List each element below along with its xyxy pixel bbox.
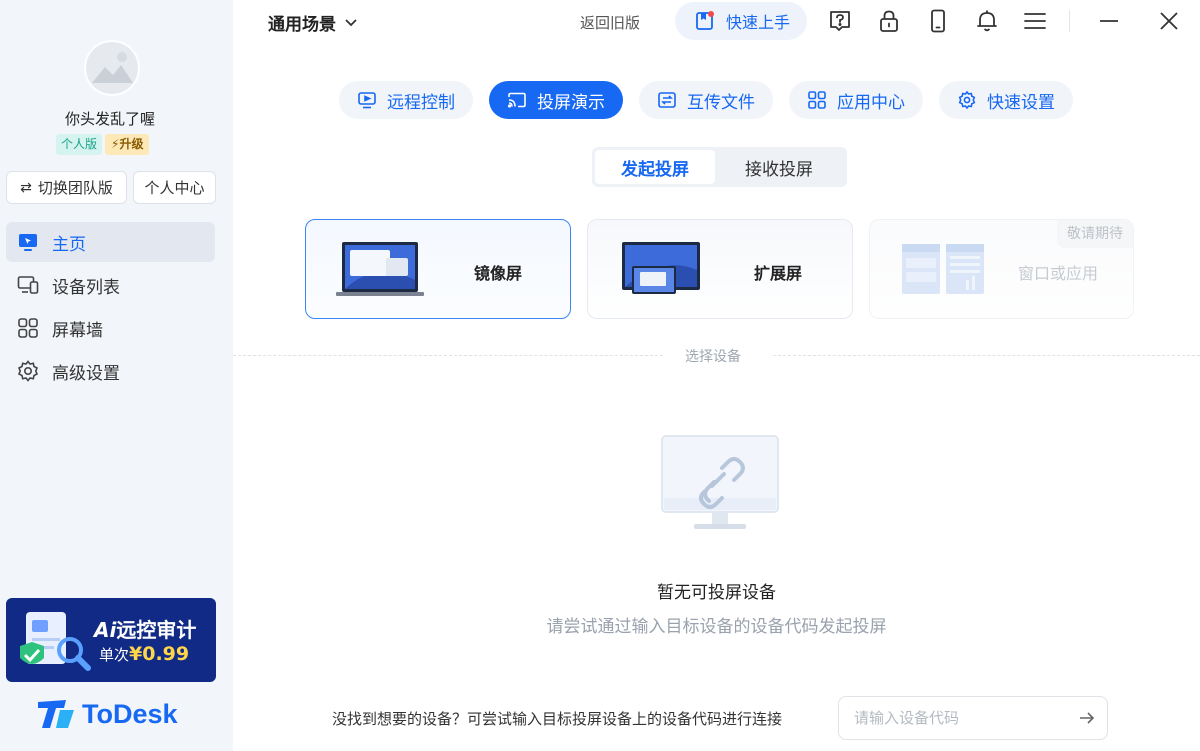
- file-transfer-icon: [658, 92, 676, 108]
- sidebar-item-devices[interactable]: 设备列表: [6, 265, 215, 305]
- empty-state-title: 暂无可投屏设备: [657, 583, 776, 603]
- upgrade-label: 升级: [119, 137, 144, 151]
- bell-icon[interactable]: [974, 8, 1000, 34]
- close-icon[interactable]: [1156, 8, 1182, 34]
- tab-label: 远程控制: [387, 92, 455, 113]
- quick-start-button[interactable]: 快速上手: [675, 2, 807, 40]
- sidebar-nav: 主页 设备列表 屏幕墙 高级设置: [6, 222, 215, 394]
- sidebar-item-advanced-settings[interactable]: 高级设置: [6, 351, 215, 391]
- main-tabs: 远程控制 投屏演示 互传文件 应用中心 快速设置: [339, 81, 1089, 119]
- promo-price-line: 单次¥0.99: [99, 643, 190, 665]
- window-app-icon: [902, 244, 984, 294]
- menu-icon[interactable]: [1022, 8, 1048, 34]
- devices-icon: [17, 276, 39, 294]
- device-code-input[interactable]: [854, 709, 1079, 727]
- switch-team-button[interactable]: ⇄ 切换团队版: [6, 171, 127, 204]
- mode-card-window-app: 窗口或应用 敬请期待: [869, 219, 1134, 319]
- upgrade-badge[interactable]: ⚡升级: [105, 134, 150, 155]
- sidebar-item-home[interactable]: 主页: [6, 222, 215, 262]
- mode-label: 扩展屏: [754, 264, 803, 283]
- account-badges: 个人版 ⚡升级: [56, 134, 150, 155]
- grid-icon: [18, 318, 38, 338]
- guide-book-icon: [696, 11, 714, 30]
- scene-dropdown[interactable]: 通用场景: [268, 10, 358, 35]
- empty-state-subtitle: 请尝试通过输入目标设备的设备代码发起投屏: [546, 617, 887, 637]
- tab-remote-control[interactable]: 远程控制: [339, 81, 473, 119]
- apps-icon: [808, 91, 826, 109]
- tab-label: 应用中心: [837, 92, 905, 113]
- tab-app-center[interactable]: 应用中心: [789, 81, 923, 119]
- home-monitor-icon: [19, 234, 37, 251]
- avatar[interactable]: [84, 40, 140, 96]
- tab-file-transfer[interactable]: 互传文件: [639, 81, 773, 119]
- mode-label: 窗口或应用: [1018, 264, 1099, 283]
- settings-icon: [958, 90, 976, 110]
- account-buttons: ⇄ 切换团队版 个人中心: [6, 171, 216, 204]
- device-code-field: [838, 696, 1108, 740]
- toolbar-divider: [1069, 10, 1070, 32]
- minimize-icon[interactable]: [1096, 8, 1122, 34]
- select-device-divider: 选择设备: [233, 345, 1200, 367]
- mode-label: 镜像屏: [474, 264, 523, 283]
- help-icon[interactable]: [827, 8, 853, 34]
- mode-card-extend[interactable]: 扩展屏: [587, 219, 853, 319]
- sidebar: 你头发乱了喔 个人版 ⚡升级 ⇄ 切换团队版 个人中心 主页 设备列表 屏幕墙 …: [0, 0, 233, 751]
- cast-direction-tabs: 发起投屏 接收投屏: [592, 147, 847, 187]
- brand-name: ToDesk: [82, 698, 178, 729]
- tab-label: 投屏演示: [537, 92, 605, 113]
- edition-badge: 个人版: [56, 134, 103, 155]
- todesk-logo-icon: [38, 700, 74, 728]
- switch-arrows-icon: ⇄: [20, 179, 32, 196]
- remote-control-icon: [358, 92, 376, 109]
- promo-price: ¥0.99: [129, 643, 190, 665]
- device-code-hint: 没找到想要的设备？可尝试输入目标投屏设备上的设备代码进行连接: [332, 710, 783, 728]
- ai-audit-promo-banner[interactable]: Ai远控审计 单次¥0.99: [6, 598, 216, 682]
- arrow-right-icon[interactable]: [1079, 711, 1095, 725]
- sidebar-item-label: 主页: [52, 234, 86, 255]
- tab-quick-settings[interactable]: 快速设置: [939, 81, 1073, 119]
- divider-line-left: [233, 355, 663, 356]
- sidebar-item-label: 高级设置: [52, 363, 120, 384]
- divider-line-right: [773, 355, 1200, 356]
- select-device-label: 选择设备: [685, 349, 741, 365]
- sidebar-item-label: 屏幕墙: [52, 320, 103, 341]
- chevron-down-icon: [345, 18, 357, 26]
- extend-screen-icon: [622, 242, 700, 294]
- todesk-logo: ToDesk: [36, 698, 178, 730]
- username: 你头发乱了喔: [64, 110, 155, 128]
- tab-screen-cast[interactable]: 投屏演示: [489, 81, 623, 119]
- empty-monitor-link-icon: [661, 435, 779, 529]
- tab-label: 互传文件: [687, 92, 755, 113]
- gear-icon: [17, 360, 39, 382]
- cast-icon: [507, 92, 526, 108]
- tab-label: 快速设置: [987, 92, 1055, 113]
- quick-start-label: 快速上手: [726, 13, 791, 32]
- mode-card-mirror[interactable]: 镜像屏: [305, 219, 571, 319]
- personal-center-button[interactable]: 个人中心: [133, 171, 216, 204]
- avatar-image-icon: [87, 43, 137, 93]
- back-to-old-version-link[interactable]: 返回旧版: [580, 12, 640, 33]
- coming-soon-badge: 敬请期待: [1057, 220, 1133, 248]
- lock-icon[interactable]: [876, 8, 902, 34]
- tab-receive-cast[interactable]: 接收投屏: [715, 150, 843, 184]
- scene-label: 通用场景: [268, 15, 336, 35]
- switch-team-label: 切换团队版: [37, 179, 113, 197]
- sidebar-item-screen-wall[interactable]: 屏幕墙: [6, 308, 215, 348]
- tab-start-cast[interactable]: 发起投屏: [595, 150, 715, 184]
- mirror-screen-icon: [336, 242, 424, 296]
- phone-icon[interactable]: [925, 8, 951, 34]
- sidebar-item-label: 设备列表: [52, 277, 120, 298]
